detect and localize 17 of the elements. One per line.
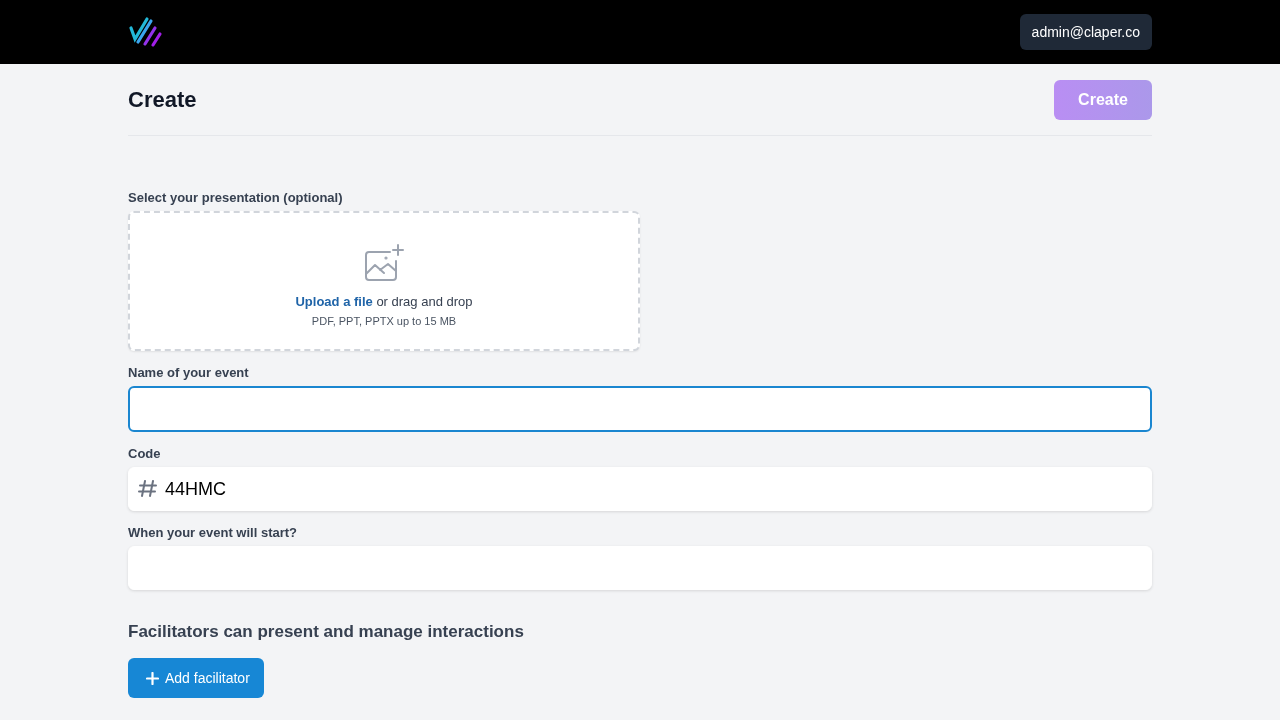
page-title: Create xyxy=(128,87,197,113)
file-dropzone[interactable]: Upload a file or drag and drop PDF, PPT, PPTX up to 15 MB xyxy=(128,211,640,351)
upload-instructions: Upload a file or drag and drop xyxy=(295,293,473,309)
upload-link[interactable]: Upload a file xyxy=(295,293,373,309)
image-plus-icon xyxy=(364,243,404,282)
section-heading: Facilitators can present and manage interactions xyxy=(128,622,524,642)
plus-icon xyxy=(146,671,159,685)
field-label: Select your presentation (optional) xyxy=(128,190,343,205)
account-button[interactable]: admin@claper.co xyxy=(1019,14,1152,50)
add-facilitator-button[interactable]: Add facilitator xyxy=(128,658,264,698)
input-field[interactable] xyxy=(128,386,1152,432)
field-label: Name of your event xyxy=(128,365,249,380)
field-label: When your event will start? xyxy=(128,525,298,540)
upload-hint: PDF, PPT, PPTX up to 15 MB xyxy=(311,314,457,327)
field-label: Code xyxy=(128,446,161,461)
hash-icon xyxy=(138,480,157,497)
code-field[interactable]: 44HMC xyxy=(128,467,1152,511)
